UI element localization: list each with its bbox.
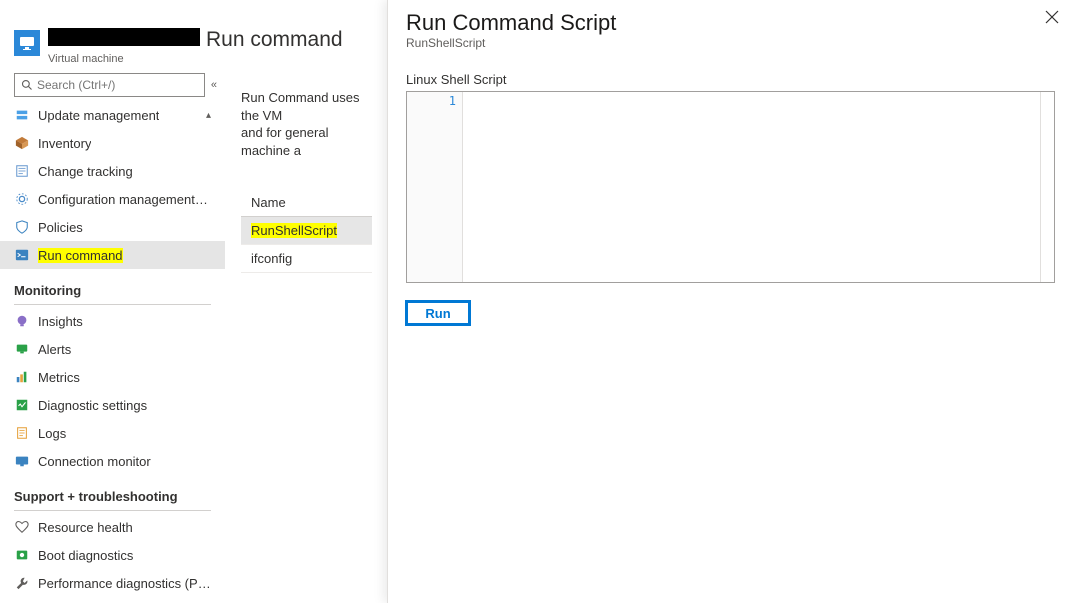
nav-item-insights[interactable]: Insights xyxy=(0,307,225,335)
search-box[interactable] xyxy=(14,73,205,97)
script-textarea[interactable] xyxy=(463,92,1040,282)
terminal-icon xyxy=(14,247,30,263)
nav-item-resource-health[interactable]: Resource health xyxy=(0,513,225,541)
form-icon xyxy=(14,163,30,179)
panel-title: Run Command Script xyxy=(406,10,1055,36)
nav-label: Inventory xyxy=(38,136,91,151)
nav-item-config-mgmt[interactable]: Configuration management (... xyxy=(0,185,225,213)
search-icon xyxy=(21,79,33,91)
command-label: RunShellScript xyxy=(251,223,337,238)
nav-label: Resource health xyxy=(38,520,133,535)
nav-label: Configuration management (... xyxy=(38,192,211,207)
bulb-icon xyxy=(14,313,30,329)
alert-icon xyxy=(14,341,30,357)
nav-item-policies[interactable]: Policies xyxy=(0,213,225,241)
nav-item-alerts[interactable]: Alerts xyxy=(0,335,225,363)
close-button[interactable] xyxy=(1045,10,1059,29)
monitor-icon xyxy=(14,453,30,469)
nav-label: Run command xyxy=(38,248,123,263)
editor-scrollbar-gutter xyxy=(1040,92,1054,282)
run-command-panel: Run Command Script RunShellScript Linux … xyxy=(387,0,1073,603)
run-button[interactable]: Run xyxy=(406,301,470,325)
search-input[interactable] xyxy=(37,78,198,92)
divider xyxy=(14,304,211,305)
nav-label: Connection monitor xyxy=(38,454,151,469)
boot-icon xyxy=(14,547,30,563)
nav-item-boot-diag[interactable]: Boot diagnostics xyxy=(0,541,225,569)
sidebar: « Update management ▴ Inventory Change xyxy=(0,71,225,603)
nav-item-change-tracking[interactable]: Change tracking xyxy=(0,157,225,185)
nav-item-update-management[interactable]: Update management ▴ xyxy=(0,101,225,129)
nav-label: Boot diagnostics xyxy=(38,548,133,563)
page-header: Run command Virtual machine xyxy=(0,0,380,71)
nav-label: Logs xyxy=(38,426,66,441)
editor-label: Linux Shell Script xyxy=(406,72,1055,87)
heart-icon xyxy=(14,519,30,535)
nav-item-metrics[interactable]: Metrics xyxy=(0,363,225,391)
gear-icon xyxy=(14,191,30,207)
nav-section-support: Support + troubleshooting xyxy=(0,475,225,506)
chevron-up-icon: ▴ xyxy=(206,110,211,121)
nav-item-conn-monitor[interactable]: Connection monitor xyxy=(0,447,225,475)
refresh-stack-icon xyxy=(14,107,30,123)
nav-item-inventory[interactable]: Inventory xyxy=(0,129,225,157)
box-icon xyxy=(14,135,30,151)
main-content: Run Command uses the VM and for general … xyxy=(225,71,380,603)
divider xyxy=(14,510,211,511)
nav-item-logs[interactable]: Logs xyxy=(0,419,225,447)
nav-item-perf-diag[interactable]: Performance diagnostics (Pre... xyxy=(0,569,225,597)
nav-item-run-command[interactable]: Run command xyxy=(0,241,225,269)
nav-label: Performance diagnostics (Pre... xyxy=(38,576,211,591)
main-description: Run Command uses the VM and for general … xyxy=(241,89,372,159)
collapse-sidebar-icon[interactable]: « xyxy=(211,79,217,91)
nav-label: Change tracking xyxy=(38,164,133,179)
script-editor[interactable]: 1 xyxy=(406,91,1055,283)
nav-label: Diagnostic settings xyxy=(38,398,147,413)
nav-label: Alerts xyxy=(38,342,71,357)
vm-name-redacted xyxy=(48,28,200,46)
editor-gutter: 1 xyxy=(407,92,463,282)
wrench-icon xyxy=(14,575,30,591)
nav-label: Insights xyxy=(38,314,83,329)
page-title: Run command xyxy=(206,28,343,52)
nav-section-monitoring: Monitoring xyxy=(0,269,225,300)
table-header-name: Name xyxy=(241,189,372,217)
shield-icon xyxy=(14,219,30,235)
command-label: ifconfig xyxy=(251,251,292,266)
diagnostic-icon xyxy=(14,397,30,413)
vm-subtitle: Virtual machine xyxy=(48,53,372,65)
command-row-ifconfig[interactable]: ifconfig xyxy=(241,245,372,273)
nav-item-diagnostic[interactable]: Diagnostic settings xyxy=(0,391,225,419)
nav-label: Update management xyxy=(38,108,159,123)
chart-icon xyxy=(14,369,30,385)
vm-icon xyxy=(14,30,40,56)
command-table: Name RunShellScript ifconfig xyxy=(241,189,372,273)
line-number: 1 xyxy=(407,94,456,108)
close-icon xyxy=(1045,10,1059,24)
nav-label: Metrics xyxy=(38,370,80,385)
nav-label: Policies xyxy=(38,220,83,235)
command-row-runshellscript[interactable]: RunShellScript xyxy=(241,217,372,245)
nav-item-reset-pw[interactable]: Reset password xyxy=(0,597,225,603)
logs-icon xyxy=(14,425,30,441)
panel-subtitle: RunShellScript xyxy=(406,36,1055,50)
